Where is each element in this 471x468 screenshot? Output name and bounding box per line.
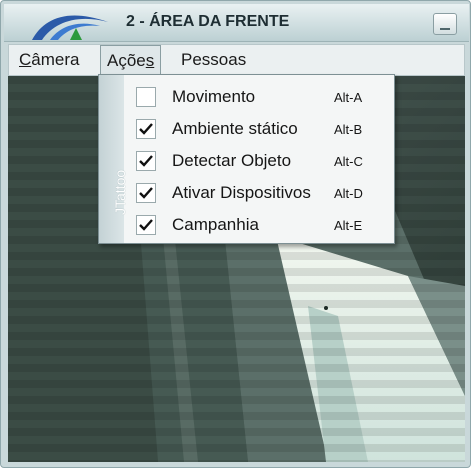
- title-bar[interactable]: 2 - ÁREA DA FRENTE: [4, 4, 469, 42]
- menu-acoes[interactable]: Ações: [100, 45, 162, 76]
- checkbox[interactable]: [136, 119, 156, 139]
- menu-acoes-label: Açõe: [107, 51, 146, 70]
- menu-item-label: Detectar Objeto: [172, 151, 292, 170]
- menu-item-shortcut: Alt-B: [334, 122, 363, 137]
- minimize-button[interactable]: [433, 13, 457, 35]
- brand-swoosh-logo: [32, 15, 108, 40]
- menu-item-label: Movimento: [172, 87, 256, 106]
- menu-camera-label: âmera: [31, 50, 80, 69]
- menu-camera[interactable]: Câmera: [13, 45, 85, 75]
- checkmark-icon: [139, 155, 153, 167]
- menu-pessoas[interactable]: Pessoas: [175, 45, 252, 75]
- acoes-dropdown-menu: JTattoo Movimento Alt-A Ambiente stático…: [98, 74, 395, 244]
- menu-item-label: Ambiente stático: [172, 119, 298, 138]
- menu-item-movimento[interactable]: Movimento Alt-A: [124, 81, 394, 113]
- window-title: 2 - ÁREA DA FRENTE: [126, 13, 290, 30]
- laf-side-strip: JTattoo: [99, 75, 128, 243]
- menu-item-label: Ativar Dispositivos: [172, 183, 311, 202]
- menu-item-shortcut: Alt-E: [334, 218, 363, 233]
- menu-camera-mnemonic: C: [19, 50, 32, 69]
- menu-item-shortcut: Alt-C: [334, 154, 363, 169]
- checkbox[interactable]: [136, 215, 156, 235]
- checkbox[interactable]: [136, 183, 156, 203]
- menu-item-detectar[interactable]: Detectar Objeto Alt-C: [124, 145, 394, 177]
- checkbox[interactable]: [136, 151, 156, 171]
- menu-bar: Câmera Ações Pessoas: [8, 44, 465, 76]
- menu-acoes-mnemonic: s: [145, 51, 155, 70]
- menu-item-campanhia[interactable]: Campanhia Alt-E: [124, 209, 394, 241]
- menu-item-shortcut: Alt-D: [334, 186, 363, 201]
- checkmark-icon: [139, 187, 153, 199]
- checkbox[interactable]: [136, 87, 156, 107]
- minimize-icon: [440, 28, 450, 30]
- menu-item-ambiente[interactable]: Ambiente stático Alt-B: [124, 113, 394, 145]
- camera-window: 2 - ÁREA DA FRENTE Câmera Ações Pessoas: [0, 0, 471, 468]
- checkmark-icon: [139, 123, 153, 135]
- menu-item-shortcut: Alt-A: [334, 90, 363, 105]
- menu-item-ativar[interactable]: Ativar Dispositivos Alt-D: [124, 177, 394, 209]
- checkmark-icon: [139, 219, 153, 231]
- menu-item-label: Campanhia: [172, 215, 259, 234]
